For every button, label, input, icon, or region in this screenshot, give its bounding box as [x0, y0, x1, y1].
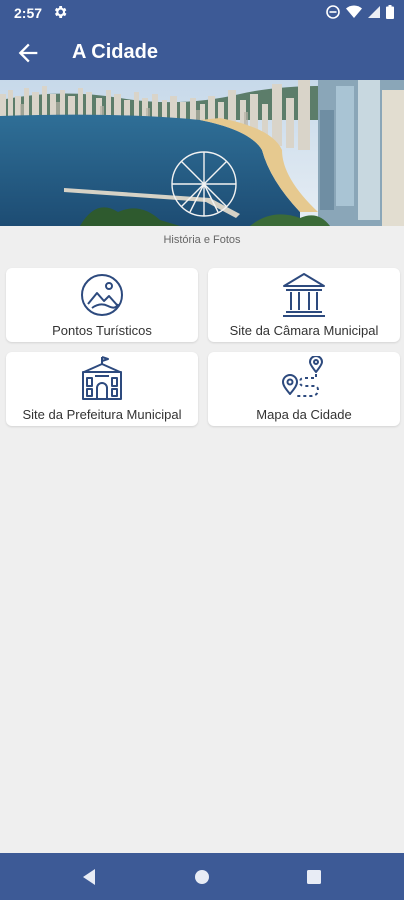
card-prefeitura-municipal[interactable]: Site da Prefeitura Municipal: [6, 352, 198, 426]
card-pontos-turisticos[interactable]: Pontos Turísticos: [6, 268, 198, 342]
card-camara-municipal[interactable]: Site da Câmara Municipal: [208, 268, 400, 342]
back-triangle-icon[interactable]: [78, 865, 102, 889]
card-label: Site da Prefeitura Municipal: [22, 407, 182, 422]
arrow-left-icon[interactable]: [14, 39, 42, 67]
app-bar: A Cidade: [0, 26, 404, 80]
battery-icon: [386, 5, 394, 19]
card-label: Site da Câmara Municipal: [229, 323, 379, 338]
status-bar: 2:57: [0, 0, 404, 26]
recents-square-icon[interactable]: [302, 865, 326, 889]
map-route-pins-icon: [282, 356, 323, 397]
city-photo-illustration: [0, 80, 404, 226]
settings-gear-icon: [54, 6, 67, 18]
status-time: 2:57: [14, 5, 43, 21]
card-label: Mapa da Cidade: [256, 407, 352, 422]
hero-caption: História e Fotos: [163, 234, 241, 246]
landscape-photo-icon: [81, 274, 123, 316]
card-label: Pontos Turísticos: [52, 323, 152, 338]
wifi-icon: [346, 5, 362, 18]
do-not-disturb-icon: [326, 5, 340, 19]
city-hall-building-icon: [82, 356, 122, 400]
home-circle-icon[interactable]: [190, 865, 214, 889]
city-banner-image[interactable]: [0, 80, 404, 226]
page-title: A Cidade: [72, 41, 158, 63]
card-mapa-da-cidade[interactable]: Mapa da Cidade: [208, 352, 400, 426]
courthouse-columns-icon: [283, 273, 325, 317]
system-nav-bar: [0, 853, 404, 900]
cell-signal-icon: [368, 6, 380, 18]
